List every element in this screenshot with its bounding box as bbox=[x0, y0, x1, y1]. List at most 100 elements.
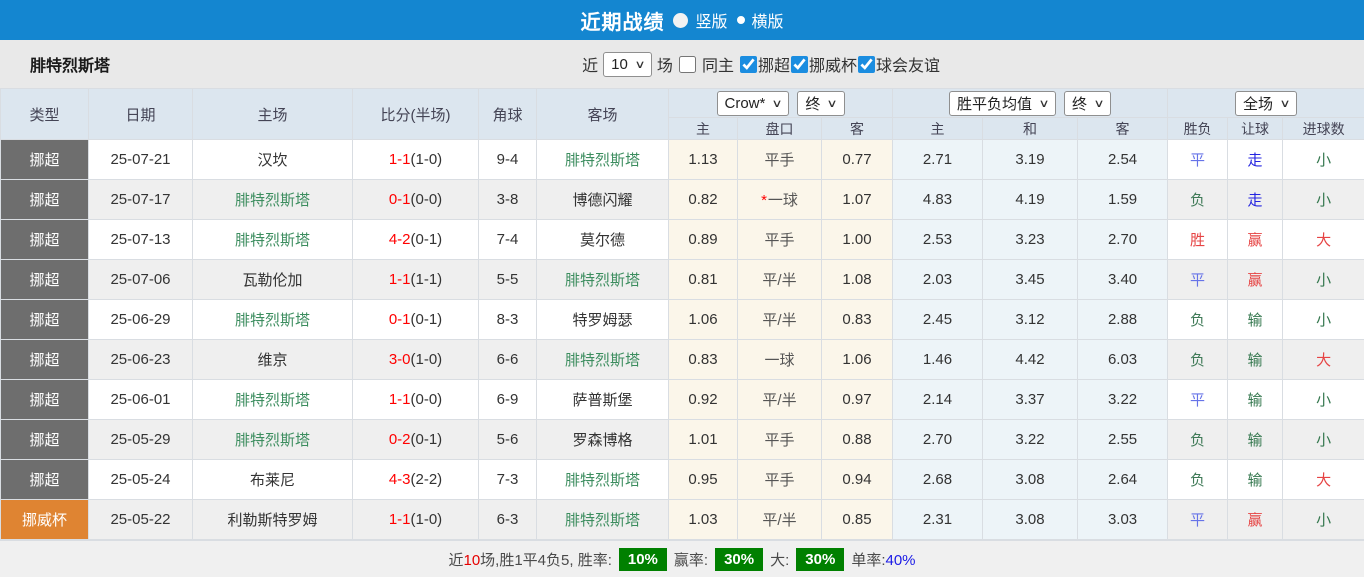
away-team: 博德闪耀 bbox=[536, 179, 669, 220]
corner-score: 3-8 bbox=[478, 179, 537, 220]
period-dropdown[interactable]: 全场 ∨ bbox=[1235, 90, 1298, 116]
avg-odds-draw: 3.23 bbox=[982, 219, 1079, 260]
col-header-score: 比分(半场) bbox=[352, 88, 479, 140]
col-header-home: 主场 bbox=[192, 88, 353, 140]
handicap-odds-home: 0.83 bbox=[668, 339, 738, 380]
handicap-status: 输 bbox=[1227, 299, 1284, 340]
avg-odds-away: 1.59 bbox=[1077, 179, 1169, 220]
handicap-status: 走 bbox=[1227, 179, 1284, 220]
avg-odds-dropdown[interactable]: 胜平负均值 ∨ bbox=[948, 90, 1057, 116]
halftime-score: (1-0) bbox=[410, 511, 443, 528]
avg-odds-home: 2.68 bbox=[892, 459, 984, 500]
halftime-score: (1-1) bbox=[410, 271, 443, 288]
match-date: 25-07-21 bbox=[88, 139, 193, 180]
col-header-handicap: 让球 bbox=[1227, 117, 1284, 140]
home-team: 腓特烈斯塔 bbox=[192, 379, 353, 420]
fulltime-score: 0-2 bbox=[388, 431, 411, 448]
league-type-badge: 挪威杯 bbox=[0, 499, 89, 540]
league-type-badge: 挪超 bbox=[0, 339, 89, 380]
match-score: 0-1(0-0) bbox=[352, 179, 479, 220]
handicap-line: 平/半 bbox=[737, 299, 822, 340]
avg-odds-draw: 3.37 bbox=[982, 379, 1079, 420]
result-status: 平 bbox=[1167, 139, 1229, 180]
handicap-odds-away: 1.08 bbox=[820, 259, 894, 300]
match-score: 4-3(2-2) bbox=[352, 459, 479, 500]
summary-text: 近10场,胜1平4负5, 胜率: bbox=[448, 551, 612, 569]
fulltime-score: 1-1 bbox=[388, 511, 411, 528]
layout-horizontal-radio[interactable]: 横版 bbox=[736, 8, 784, 32]
away-team: 罗森博格 bbox=[536, 419, 669, 460]
avg-odds-home: 2.71 bbox=[892, 139, 984, 180]
handicap-odds-home: 1.03 bbox=[668, 499, 738, 540]
same-home-checkbox[interactable] bbox=[678, 55, 696, 73]
page-title: 近期战绩 bbox=[580, 11, 665, 34]
handicap-line: 平手 bbox=[737, 219, 822, 260]
league-type-badge: 挪超 bbox=[0, 299, 89, 340]
league-checkbox-2[interactable] bbox=[857, 55, 875, 73]
handicap-status: 输 bbox=[1227, 459, 1284, 500]
handicap-odds-home: 1.01 bbox=[668, 419, 738, 460]
bookmaker-time-dropdown[interactable]: 终 ∨ bbox=[797, 90, 845, 116]
handicap-odds-away: 1.00 bbox=[820, 219, 894, 260]
league-filters: 挪超 挪威杯 球会友谊 bbox=[739, 52, 940, 76]
col-header-odds-line: 盘口 bbox=[737, 117, 822, 140]
chevron-down-icon: ∨ bbox=[826, 97, 839, 110]
goals-status: 大 bbox=[1282, 339, 1364, 380]
col-header-corner: 角球 bbox=[478, 88, 537, 140]
bookmaker-dropdown[interactable]: Crow* ∨ bbox=[716, 90, 790, 116]
home-team: 腓特烈斯塔 bbox=[192, 419, 353, 460]
goals-status: 小 bbox=[1282, 139, 1364, 180]
goals-status: 小 bbox=[1282, 379, 1364, 420]
handicap-status: 走 bbox=[1227, 139, 1284, 180]
table-row: 挪超 25-05-24 布莱尼 4-3(2-2) 7-3 腓特烈斯塔 0.95 平手 0.94 2… bbox=[0, 459, 1364, 500]
home-team: 腓特烈斯塔 bbox=[192, 179, 353, 220]
avg-odds-home: 2.31 bbox=[892, 499, 984, 540]
corner-score: 5-6 bbox=[478, 419, 537, 460]
home-team: 利勒斯特罗姆 bbox=[192, 499, 353, 540]
match-score: 4-2(0-1) bbox=[352, 219, 479, 260]
handicap-odds-away: 0.83 bbox=[820, 299, 894, 340]
avg-odds-home: 2.45 bbox=[892, 299, 984, 340]
match-date: 25-05-22 bbox=[88, 499, 193, 540]
avg-odds-home: 2.14 bbox=[892, 379, 984, 420]
league-checkbox-0[interactable] bbox=[739, 55, 757, 73]
match-date: 25-07-06 bbox=[88, 259, 193, 300]
league-label: 挪威杯 bbox=[808, 58, 857, 75]
odds-win-rate-badge: 30% bbox=[715, 547, 764, 571]
handicap-odds-away: 0.88 bbox=[820, 419, 894, 460]
radio-selected-icon bbox=[673, 12, 689, 28]
chevron-down-icon: ∨ bbox=[634, 58, 646, 71]
avg-odds-home: 4.83 bbox=[892, 179, 984, 220]
col-header-odds-away: 客 bbox=[820, 117, 894, 140]
match-date: 25-05-29 bbox=[88, 419, 193, 460]
match-date: 25-06-23 bbox=[88, 339, 193, 380]
avg-time-dropdown[interactable]: 终 ∨ bbox=[1064, 90, 1112, 116]
handicap-line: 平手 bbox=[737, 459, 822, 500]
recent-count-dropdown[interactable]: 10 ∨ bbox=[603, 51, 652, 77]
away-team: 腓特烈斯塔 bbox=[536, 339, 669, 380]
match-date: 25-07-13 bbox=[88, 219, 193, 260]
handicap-line: 平/半 bbox=[737, 259, 822, 300]
result-status: 平 bbox=[1167, 259, 1229, 300]
same-home-label: 同主 bbox=[701, 58, 734, 75]
halftime-score: (1-0) bbox=[410, 151, 443, 168]
fulltime-score: 1-1 bbox=[388, 151, 411, 168]
match-score: 0-1(0-1) bbox=[352, 299, 479, 340]
away-team: 腓特烈斯塔 bbox=[536, 139, 669, 180]
handicap-odds-away: 0.97 bbox=[820, 379, 894, 420]
avg-odds-home: 2.53 bbox=[892, 219, 984, 260]
filters-group: 近 10 ∨ 场 同主 挪超 挪威杯 球会友谊 bbox=[582, 51, 940, 77]
league-type-badge: 挪超 bbox=[0, 219, 89, 260]
avg-odds-away: 2.70 bbox=[1077, 219, 1169, 260]
bookmaker-dropdown-value: Crow* bbox=[724, 94, 766, 112]
handicap-status: 赢 bbox=[1227, 499, 1284, 540]
avg-odds-away: 2.54 bbox=[1077, 139, 1169, 180]
halftime-score: (2-2) bbox=[410, 471, 443, 488]
handicap-odds-away: 0.94 bbox=[820, 459, 894, 500]
handicap-line: 平手 bbox=[737, 419, 822, 460]
handicap-odds-home: 0.89 bbox=[668, 219, 738, 260]
league-checkbox-1[interactable] bbox=[790, 55, 808, 73]
layout-vertical-radio[interactable]: 竖版 bbox=[673, 8, 728, 32]
handicap-line: 平/半 bbox=[737, 379, 822, 420]
halftime-score: (0-1) bbox=[410, 431, 443, 448]
